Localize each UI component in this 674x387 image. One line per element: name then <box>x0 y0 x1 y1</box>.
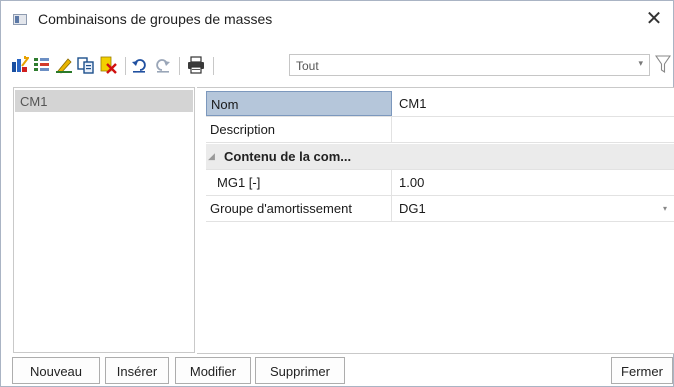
delete-button[interactable]: Supprimer <box>255 357 345 384</box>
print-icon[interactable] <box>187 56 205 74</box>
new-button[interactable]: Nouveau <box>12 357 100 384</box>
modify-button[interactable]: Modifier <box>175 357 251 384</box>
undo-icon[interactable] <box>131 56 149 74</box>
property-label: Groupe d'amortissement <box>206 196 392 221</box>
property-label: MG1 [-] <box>206 170 392 195</box>
category-label: Contenu de la com... <box>224 149 352 164</box>
grid-border <box>197 353 674 354</box>
property-label: Description <box>206 117 392 142</box>
coefficient-field[interactable]: 1.00 <box>393 170 674 195</box>
damping-group-select[interactable]: DG1 <box>393 196 674 221</box>
close-button[interactable]: Fermer <box>611 357 673 384</box>
description-field[interactable] <box>393 117 674 142</box>
property-row-name[interactable]: Nom CM1 <box>206 91 674 117</box>
close-icon[interactable]: ✕ <box>643 7 665 31</box>
window-title: Combinaisons de groupes de masses <box>38 11 273 27</box>
category-row-content[interactable]: ◢ Contenu de la com... <box>206 144 674 170</box>
property-label: Nom <box>206 91 392 116</box>
redo-icon[interactable] <box>153 56 171 74</box>
toolbar-separator <box>125 57 126 75</box>
toolbar: Tout ▾ <box>11 54 671 78</box>
toolbar-separator <box>213 57 214 75</box>
dialog-window: Combinaisons de groupes de masses ✕ Tout… <box>0 0 674 387</box>
filter-icon[interactable] <box>655 54 671 74</box>
title-bar: Combinaisons de groupes de masses ✕ <box>1 1 673 39</box>
combination-list[interactable]: CM1 <box>13 87 195 353</box>
filter-value: Tout <box>296 59 319 73</box>
insert-button[interactable]: Insérer <box>105 357 169 384</box>
chevron-down-icon[interactable]: ▾ <box>638 58 643 69</box>
collapse-arrow-icon[interactable]: ◢ <box>208 151 215 162</box>
property-row-mg1[interactable]: MG1 [-] 1.00 <box>206 170 674 196</box>
property-row-damping-group[interactable]: Groupe d'amortissement DG1 ▾ <box>206 196 674 222</box>
list-item[interactable]: CM1 <box>15 90 193 112</box>
name-field[interactable]: CM1 <box>393 91 674 116</box>
chevron-down-icon[interactable]: ▾ <box>663 204 667 213</box>
window-icon <box>13 14 27 25</box>
property-grid: Nom CM1 Description ◢ Contenu de la com.… <box>197 87 674 354</box>
generate-icon[interactable] <box>33 56 51 74</box>
filter-dropdown[interactable]: Tout ▾ <box>289 54 650 76</box>
delete-icon[interactable] <box>99 56 117 74</box>
new-item-icon[interactable] <box>11 56 29 74</box>
toolbar-separator <box>179 57 180 75</box>
grid-gutter <box>197 88 206 354</box>
copy-icon[interactable] <box>77 56 95 74</box>
property-row-description[interactable]: Description <box>206 117 674 143</box>
edit-icon[interactable] <box>55 56 73 74</box>
